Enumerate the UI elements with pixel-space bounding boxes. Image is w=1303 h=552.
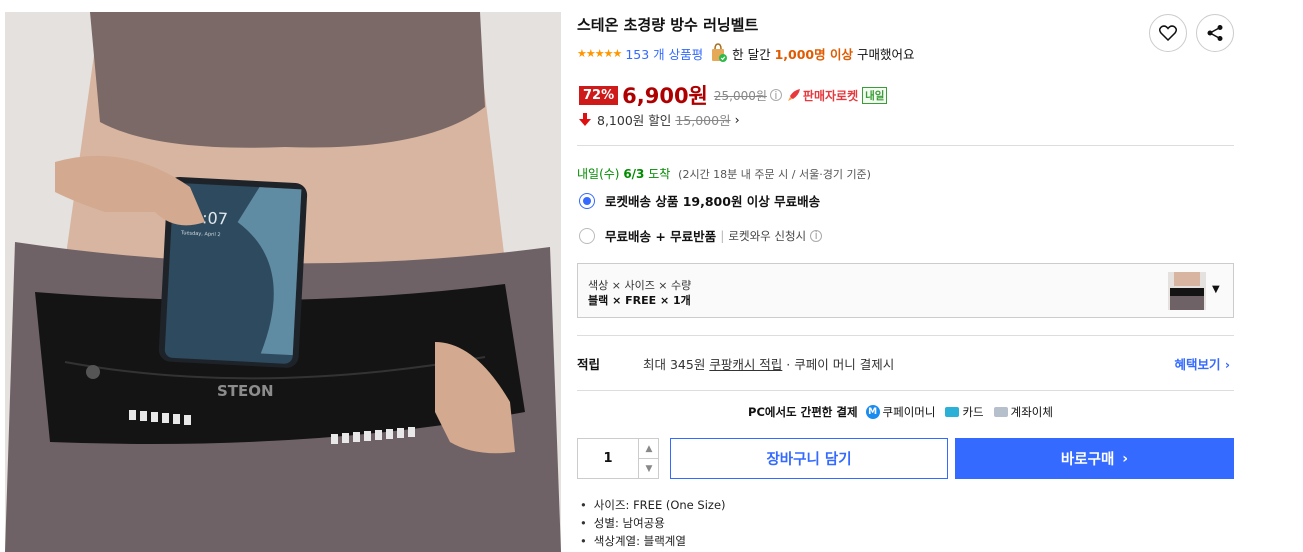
payment-method-label: 계좌이체 <box>1010 405 1053 419</box>
share-button[interactable] <box>1196 14 1234 52</box>
delivery-day: 내일(수) <box>577 167 620 181</box>
shipping-option-sub: 로켓와우 신청시 <box>728 228 807 243</box>
card-icon <box>945 407 960 417</box>
quantity-increase-button[interactable]: ▲ <box>638 439 659 459</box>
radio-unchecked[interactable] <box>579 227 595 244</box>
belt-logo-text: STEON <box>217 382 274 400</box>
arrow-down-icon <box>579 113 591 126</box>
payment-bank-transfer[interactable]: 계좌이체 <box>993 404 1053 420</box>
option-thumbnail <box>1168 272 1206 310</box>
heart-icon <box>1159 25 1177 41</box>
benefit-link[interactable]: 혜택보기 › <box>1174 354 1230 373</box>
info-icon[interactable]: i <box>769 89 782 102</box>
coupay-money-icon: M <box>865 405 880 419</box>
option-value: 블랙 × FREE × 1개 <box>588 294 691 307</box>
shipping-option-free[interactable]: 무료배송 + 무료반품 | 로켓와우 신청시 i <box>579 226 826 245</box>
coupon-original-price: 15,000원 <box>675 113 731 128</box>
discount-badge: 72% <box>579 85 619 105</box>
coupon-discount-amount: 8,100원 <box>597 113 645 128</box>
product-photo-illustration: STEON 10:07 Tuesday, April 2 <box>5 12 561 552</box>
payment-coupay-money[interactable]: M 쿠페이머니 <box>865 404 936 420</box>
shipping-option-label: 무료배송 + 무료반품 <box>605 229 717 244</box>
points-suffix: · 쿠페이 머니 결제시 <box>786 357 895 372</box>
buyers-prefix: 한 달간 <box>732 46 771 62</box>
spec-item: 성별: 남여공용 <box>577 514 726 532</box>
spec-list: 사이즈: FREE (One Size) 성별: 남여공용 색상계열: 블랙계열 <box>577 496 726 550</box>
price-row: 72% 6,900원 25,000원 i 판매자로켓 내일 <box>579 80 888 110</box>
tomorrow-badge: 내일 <box>862 86 888 104</box>
share-icon <box>1207 25 1223 41</box>
add-to-cart-button[interactable]: 장바구니 담기 <box>670 438 948 479</box>
coupang-cash-link[interactable]: 쿠팡캐시 적립 <box>709 357 782 372</box>
payment-title: PC에서도 간편한 결제 <box>748 405 858 419</box>
product-image[interactable]: STEON 10:07 Tuesday, April 2 <box>5 12 561 552</box>
option-thumbnail-image <box>1168 272 1206 310</box>
points-label: 적립 <box>577 357 601 372</box>
buy-now-button[interactable]: 바로구매 › <box>955 438 1234 479</box>
rating-stars[interactable]: ★★★★★ <box>577 47 622 60</box>
rocket-icon <box>787 88 800 101</box>
points-prefix: 최대 345원 <box>643 357 706 372</box>
info-icon[interactable]: i <box>810 229 823 242</box>
chevron-right-icon: › <box>1122 450 1129 467</box>
original-price: 25,000원 <box>713 88 767 103</box>
product-title: 스테온 초경량 방수 러닝벨트 <box>577 16 759 34</box>
delivery-arrive: 도착 <box>648 167 671 181</box>
chevron-right-icon: › <box>734 112 740 127</box>
payment-methods: PC에서도 간편한 결제 M 쿠페이머니 카드 계좌이체 <box>577 404 1234 420</box>
buyers-count: 1,000명 이상 <box>774 46 853 62</box>
option-selector[interactable]: 색상 × 사이즈 × 수량 블랙 × FREE × 1개 ▼ <box>577 263 1234 318</box>
divider <box>577 390 1234 391</box>
rating-row: ★★★★★ 153 개 상품평 한 달간 1,000명 이상 구매했어요 <box>577 43 914 63</box>
divider <box>577 145 1234 146</box>
shipping-option-label: 로켓배송 상품 19,800원 이상 무료배송 <box>605 194 821 209</box>
sale-price: 6,900원 <box>622 84 708 108</box>
option-header: 색상 × 사이즈 × 수량 <box>588 279 692 292</box>
coupon-discount-label: 할인 <box>648 113 672 128</box>
rocket-seller-label: 판매자로켓 <box>802 88 859 103</box>
coupon-row[interactable]: 8,100원 할인 15,000원 › <box>579 110 740 129</box>
radio-checked[interactable] <box>579 192 595 209</box>
quantity-input[interactable]: 1 <box>578 451 638 466</box>
wishlist-button[interactable] <box>1149 14 1187 52</box>
points-text: 최대 345원 쿠팡캐시 적립 · 쿠페이 머니 결제시 <box>643 354 894 373</box>
quantity-stepper[interactable]: 1 ▲ ▼ <box>577 438 659 479</box>
add-to-cart-label: 장바구니 담기 <box>766 452 852 468</box>
buyers-suffix: 구매했어요 <box>856 46 915 62</box>
review-count-link[interactable]: 153 개 상품평 <box>625 44 703 63</box>
delivery-detail: (2시간 18분 내 주문 시 / 서울·경기 기준) <box>678 168 871 181</box>
bank-icon <box>993 407 1008 417</box>
spec-item: 사이즈: FREE (One Size) <box>577 496 726 514</box>
buy-now-label: 바로구매 <box>1060 452 1115 468</box>
purchase-panel: 스테온 초경량 방수 러닝벨트 ★★★★★ 153 개 상품평 한 달간 1,0… <box>577 0 1234 552</box>
shipping-option-rocket[interactable]: 로켓배송 상품 19,800원 이상 무료배송 <box>579 191 820 210</box>
delivery-date: 6/3 <box>623 167 645 181</box>
spec-item: 색상계열: 블랙계열 <box>577 532 726 550</box>
divider <box>577 335 1234 336</box>
payment-method-label: 카드 <box>962 405 984 419</box>
payment-card[interactable]: 카드 <box>945 404 984 420</box>
shopping-bag-icon <box>712 43 728 62</box>
delivery-info: 내일(수) 6/3 도착 (2시간 18분 내 주문 시 / 서울·경기 기준) <box>577 165 871 182</box>
payment-method-label: 쿠페이머니 <box>882 405 936 419</box>
dropdown-caret-icon[interactable]: ▼ <box>1212 284 1220 295</box>
separator: | <box>720 228 725 243</box>
quantity-decrease-button[interactable]: ▼ <box>638 459 659 479</box>
